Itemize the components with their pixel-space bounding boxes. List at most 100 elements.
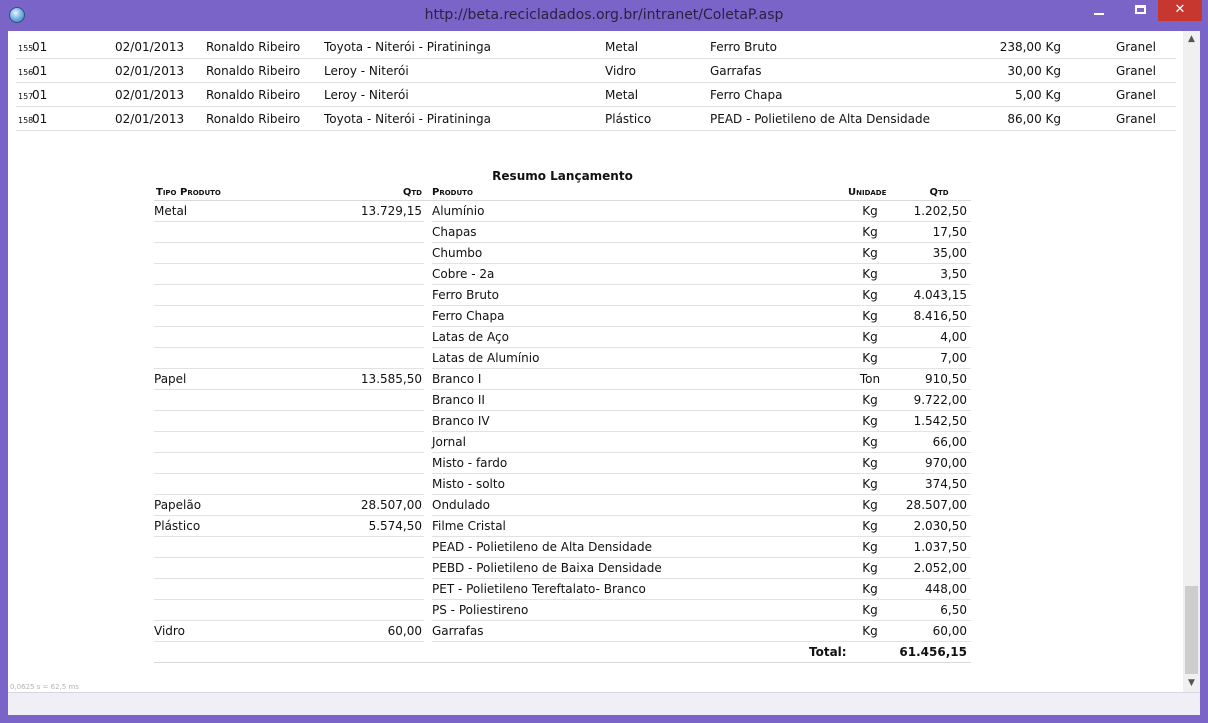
summary-row: PS - Poliestireno Kg 6,50 [154, 600, 971, 621]
row-type: Metal [605, 40, 639, 54]
cell-unidade: Kg [862, 351, 878, 365]
summary-row: Plástico 5.574,50 Filme Cristal Kg 2.030,50 [154, 516, 971, 537]
row-place: Leroy - Niterói [324, 88, 409, 102]
cell-qtd-produto: 910,50 [925, 372, 967, 386]
row-name: Ronaldo Ribeiro [206, 112, 301, 126]
summary-row: Vidro 60,00 Garrafas Kg 60,00 [154, 621, 971, 642]
row-number: 156 [18, 68, 34, 77]
cell-unidade: Kg [862, 603, 878, 617]
cell-unidade: Kg [862, 246, 878, 260]
maximize-button[interactable] [1127, 0, 1155, 21]
row-op: 01 [32, 40, 48, 54]
cell-qtd-produto: 35,00 [932, 246, 967, 260]
page-content: 155 01 02/01/2013 Ronaldo Ribeiro Toyota - N… [8, 31, 1200, 692]
cell-produto: Ondulado [432, 498, 490, 512]
cell-tipo: Metal [154, 204, 188, 218]
cell-produto: Garrafas [432, 624, 484, 638]
maximize-icon [1135, 5, 1146, 14]
row-name: Ronaldo Ribeiro [206, 40, 301, 54]
cell-produto: Jornal [432, 435, 466, 449]
scroll-thumb[interactable] [1185, 586, 1198, 674]
row-number: 155 [18, 44, 34, 53]
collection-list: 155 01 02/01/2013 Ronaldo Ribeiro Toyota - N… [16, 35, 1176, 131]
cell-produto: PS - Poliestireno [432, 603, 529, 617]
cell-qtd-tipo: 13.729,15 [360, 204, 422, 218]
summary-header-row: Tipo Produto Qtd Produto Unidade Qtd [154, 184, 971, 201]
cell-produto: Branco I [432, 372, 482, 386]
cell-produto: PEAD - Polietileno de Alta Densidade [432, 540, 652, 554]
cell-qtd-produto: 374,50 [925, 477, 967, 491]
cell-qtd-produto: 448,00 [925, 582, 967, 596]
scroll-up-icon[interactable]: ▲ [1183, 31, 1200, 48]
close-button[interactable]: ✕ [1158, 0, 1202, 21]
summary-row: Latas de Aço Kg 4,00 [154, 327, 971, 348]
summary-table: Tipo Produto Qtd Produto Unidade Qtd Met… [154, 184, 971, 663]
row-qty: 5,00 Kg [1014, 88, 1061, 102]
cell-tipo: Papel [154, 372, 187, 386]
row-place: Toyota - Niterói - Piratininga [324, 40, 491, 54]
cell-unidade: Kg [862, 498, 878, 512]
cell-produto: Latas de Alumínio [432, 351, 540, 365]
cell-qtd-produto: 2.052,00 [913, 561, 967, 575]
cell-unidade: Kg [862, 204, 878, 218]
cell-qtd-produto: 1.037,50 [913, 540, 967, 554]
cell-produto: Ferro Chapa [432, 309, 505, 323]
summary-row: Branco IV Kg 1.542,50 [154, 411, 971, 432]
cell-produto: Latas de Aço [432, 330, 509, 344]
row-form: Granel [1116, 40, 1156, 54]
summary-row: PEAD - Polietileno de Alta Densidade Kg 1.… [154, 537, 971, 558]
cell-qtd-produto: 4,00 [940, 330, 967, 344]
cell-qtd-produto: 1.202,50 [913, 204, 967, 218]
window-titlebar[interactable]: http://beta.recicladados.org.br/intranet… [0, 0, 1208, 31]
row-number: 157 [18, 92, 34, 101]
cell-tipo: Vidro [154, 624, 185, 638]
summary-row: Misto - fardo Kg 970,00 [154, 453, 971, 474]
cell-produto: PET - Polietileno Tereftalato- Branco [432, 582, 646, 596]
cell-tipo: Plástico [154, 519, 201, 533]
cell-qtd-produto: 1.542,50 [913, 414, 967, 428]
cell-produto: Ferro Bruto [432, 288, 499, 302]
cell-unidade: Kg [862, 309, 878, 323]
summary-row: PEBD - Polietileno de Baixa Densidade Kg 2… [154, 558, 971, 579]
cell-unidade: Kg [862, 288, 878, 302]
cell-qtd-produto: 2.030,50 [913, 519, 967, 533]
summary-row: Ferro Bruto Kg 4.043,15 [154, 285, 971, 306]
summary-row: Branco II Kg 9.722,00 [154, 390, 971, 411]
minimize-icon [1094, 13, 1104, 15]
row-qty: 238,00 Kg [999, 40, 1061, 54]
summary-row: Misto - solto Kg 374,50 [154, 474, 971, 495]
header-qtd-produto: Qtd [929, 187, 949, 198]
list-row: 155 01 02/01/2013 Ronaldo Ribeiro Toyota - N… [16, 35, 1176, 59]
cell-qtd-produto: 60,00 [932, 624, 967, 638]
row-number: 158 [18, 116, 34, 125]
cell-unidade: Kg [862, 540, 878, 554]
cell-unidade: Kg [862, 561, 878, 575]
row-qty: 86,00 Kg [1007, 112, 1061, 126]
cell-qtd-produto: 6,50 [940, 603, 967, 617]
summary-row: Chapas Kg 17,50 [154, 222, 971, 243]
row-form: Granel [1116, 88, 1156, 102]
cell-qtd-produto: 7,00 [940, 351, 967, 365]
minimize-button[interactable] [1085, 0, 1113, 21]
row-qty: 30,00 Kg [1007, 64, 1061, 78]
summary-row: Jornal Kg 66,00 [154, 432, 971, 453]
cell-produto: Branco IV [432, 414, 490, 428]
cell-tipo: Papelão [154, 498, 202, 512]
close-icon: ✕ [1174, 2, 1186, 17]
summary-row: Cobre - 2a Kg 3,50 [154, 264, 971, 285]
cell-qtd-tipo: 13.585,50 [360, 372, 422, 386]
vertical-scrollbar[interactable]: ▲ ▼ [1183, 31, 1200, 692]
row-form: Granel [1116, 64, 1156, 78]
header-unidade: Unidade [848, 187, 887, 198]
list-row: 156 01 02/01/2013 Ronaldo Ribeiro Leroy - Ni… [16, 59, 1176, 83]
cell-unidade: Kg [862, 330, 878, 344]
cell-produto: Misto - solto [432, 477, 505, 491]
row-name: Ronaldo Ribeiro [206, 64, 301, 78]
cell-qtd-tipo: 28.507,00 [360, 498, 422, 512]
cell-unidade: Kg [862, 582, 878, 596]
scroll-down-icon[interactable]: ▼ [1183, 675, 1200, 692]
summary-row: Papelão 28.507,00 Ondulado Kg 28.507,00 [154, 495, 971, 516]
cell-unidade: Kg [862, 477, 878, 491]
window-title: http://beta.recicladados.org.br/intranet… [424, 7, 784, 23]
summary-row: Ferro Chapa Kg 8.416,50 [154, 306, 971, 327]
